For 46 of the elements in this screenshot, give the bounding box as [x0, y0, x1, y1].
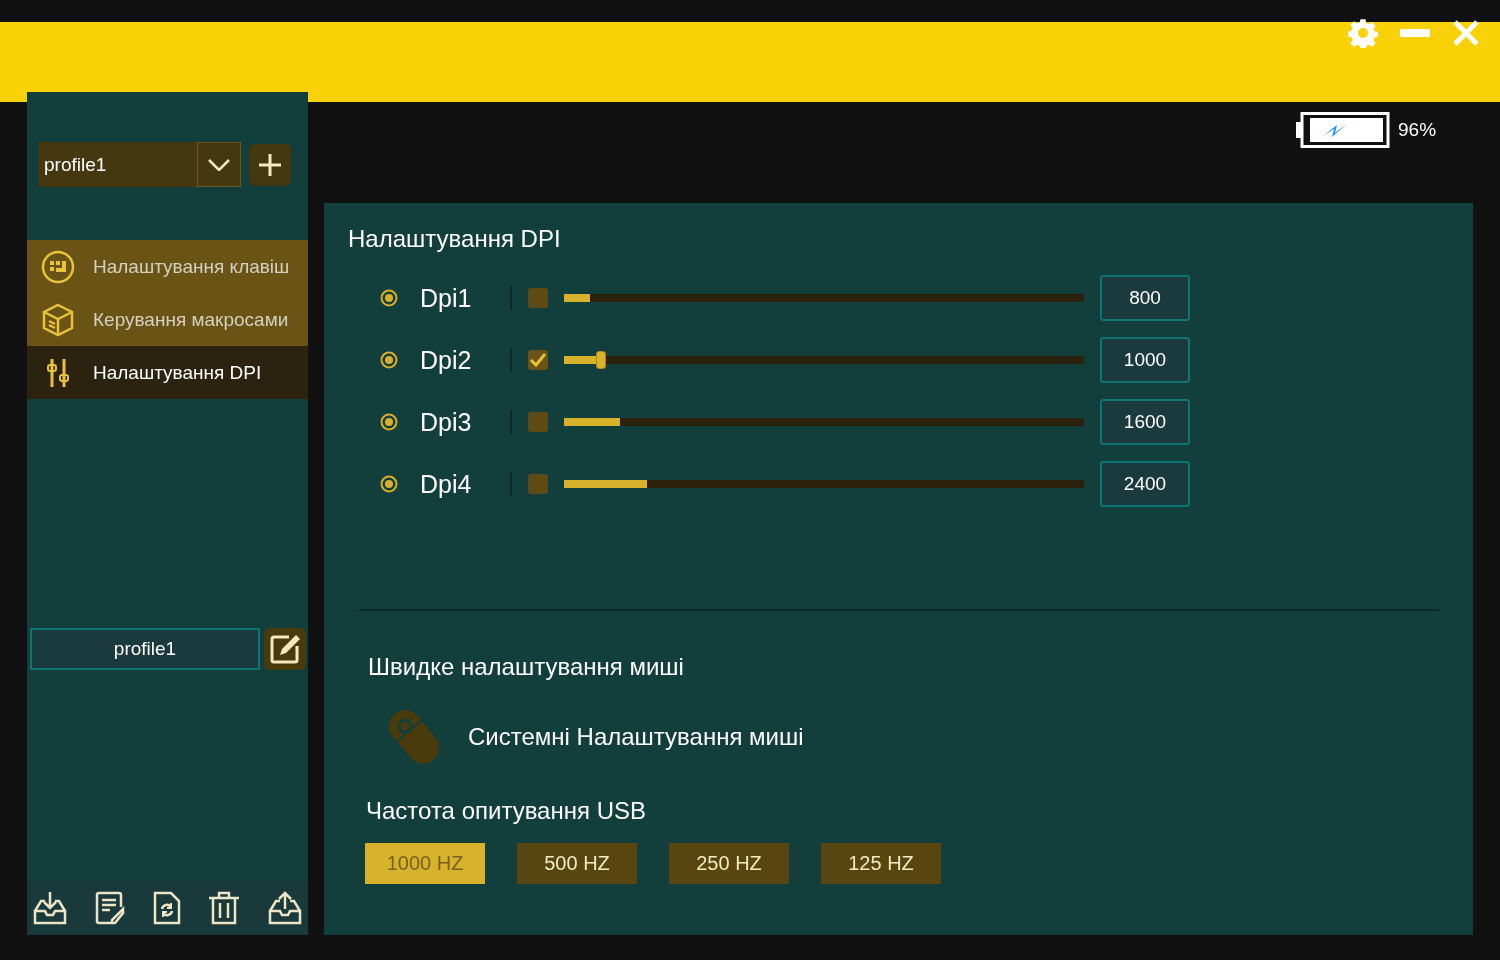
radio-button-icon[interactable] [380, 351, 398, 369]
export-icon[interactable] [268, 890, 302, 925]
checkbox[interactable] [528, 288, 548, 308]
cube-icon [41, 302, 75, 337]
keyboard-icon [41, 249, 75, 284]
polling-rate-button[interactable]: 500 HZ [517, 843, 637, 884]
dpi-label: Dpi2 [420, 345, 473, 375]
dpi-label: Dpi1 [420, 283, 473, 313]
dpi-value-field[interactable]: 800 [1100, 275, 1190, 321]
plus-icon [259, 153, 281, 176]
polling-rate-button[interactable]: 250 HZ [669, 843, 789, 884]
dpi-label: Dpi4 [420, 469, 473, 499]
document-edit-icon[interactable] [94, 890, 125, 925]
trash-icon[interactable] [208, 890, 241, 925]
radio-button-icon[interactable] [380, 289, 398, 307]
sidebar-menu-item[interactable]: Налаштування DPI [27, 346, 308, 399]
settings-icon[interactable] [1348, 18, 1378, 48]
profile-dropdown[interactable]: profile1 [38, 142, 241, 187]
dpi-slider[interactable] [564, 351, 1084, 369]
sidebar-menu-item[interactable]: Налаштування клавіш [27, 240, 308, 293]
file-refresh-icon[interactable] [152, 890, 181, 925]
sidebar-menu-item[interactable]: Керування макросами [27, 293, 308, 346]
profile-name-field[interactable]: profile1 [30, 628, 260, 670]
edit-button[interactable] [264, 628, 306, 670]
polling-rate-button[interactable]: 125 HZ [821, 843, 941, 884]
radio-button-icon[interactable] [380, 413, 398, 431]
edit-icon [269, 633, 301, 665]
add-profile-button[interactable] [249, 143, 291, 186]
dpi-value-field[interactable]: 1000 [1100, 337, 1190, 383]
battery-percentage: 96% [1398, 119, 1437, 141]
dpi-label: Dpi3 [420, 407, 473, 437]
section-title: Швидке налаштування миші [368, 653, 685, 681]
checkbox[interactable] [528, 412, 548, 432]
dpi-value-field[interactable]: 2400 [1100, 461, 1190, 507]
radio-button-icon[interactable] [380, 475, 398, 493]
dpi-value-field[interactable]: 1600 [1100, 399, 1190, 445]
checkbox[interactable] [528, 474, 548, 494]
checkbox[interactable] [528, 350, 548, 370]
slider-handle[interactable] [595, 351, 606, 369]
section-title: Налаштування DPI [348, 225, 562, 253]
section-title: Частота опитування USB [366, 797, 647, 825]
chevron-down-icon [208, 158, 230, 171]
close-icon[interactable] [1452, 19, 1480, 47]
battery-icon [1296, 112, 1390, 148]
system-mouse-settings-link[interactable]: Системні Налаштування миші [468, 723, 804, 751]
import-icon[interactable] [33, 890, 67, 925]
